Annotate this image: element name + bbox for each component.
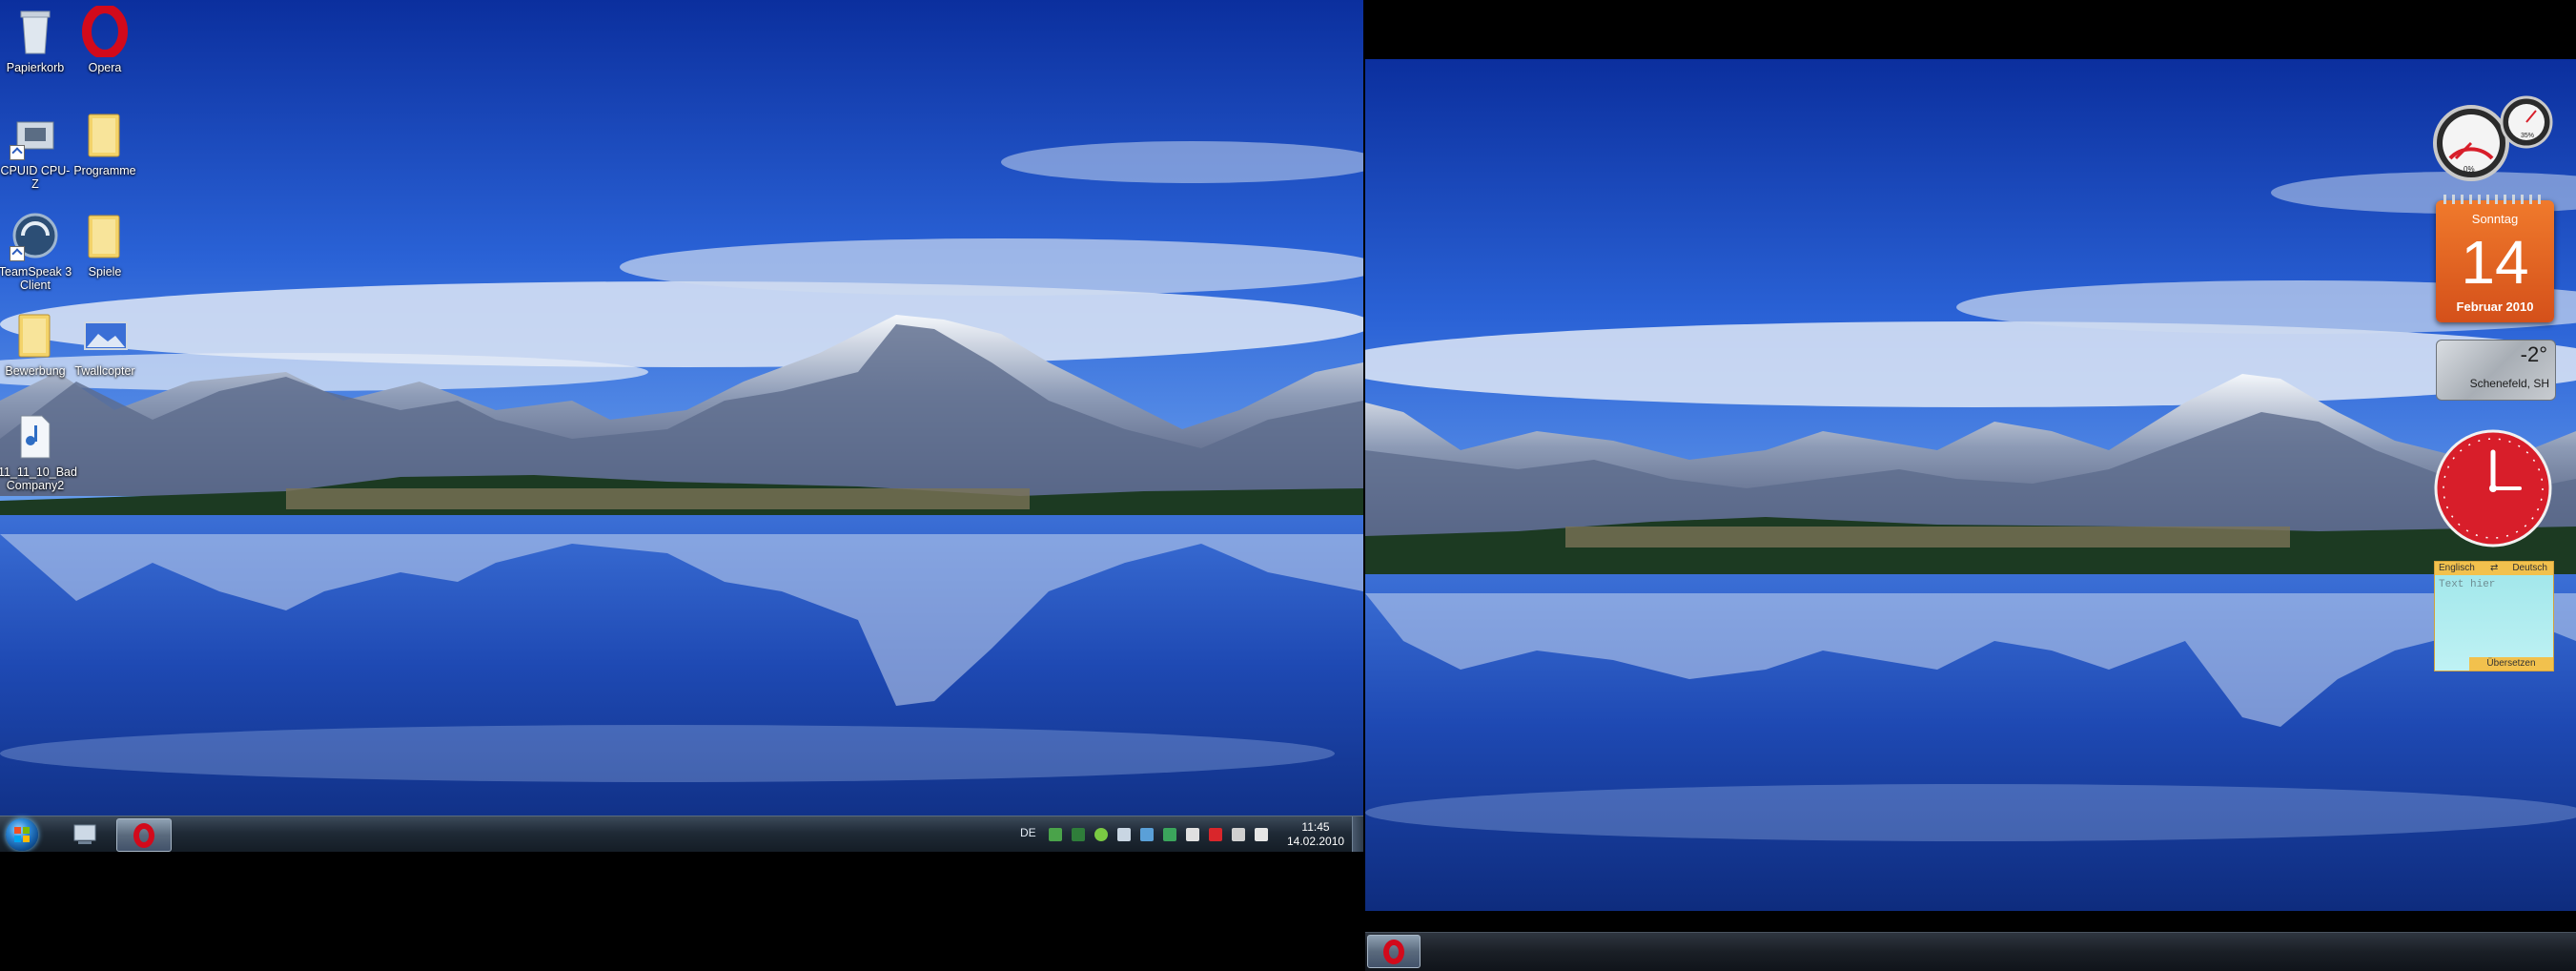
taskbar-monitor-1: DE 11:45 14.02.2010 [0, 816, 1363, 852]
monitor-tray-icon[interactable] [1140, 828, 1154, 841]
bewerbung-folder[interactable]: Bewerbung [0, 309, 72, 378]
cpu-meter-gadget[interactable]: 0% 35% [2431, 92, 2555, 183]
programme-folder[interactable]: Programme [68, 109, 142, 177]
speaker-mute-tray-icon[interactable] [1186, 828, 1199, 841]
opera-icon [79, 4, 131, 59]
taskbar2-opera-button[interactable] [1367, 935, 1421, 968]
swap-languages-icon[interactable]: ⇄ [2490, 563, 2498, 573]
taskbar-opera-button[interactable] [116, 818, 172, 852]
icon-label: 11_11_10_Bad Company2 [0, 465, 77, 492]
translator-header: Englisch ⇄ Deutsch [2435, 562, 2553, 575]
spiele-folder[interactable]: Spiele [68, 210, 142, 279]
teamspeak-icon [10, 210, 61, 261]
flag-tray-icon[interactable] [1117, 828, 1131, 841]
calendar-gadget[interactable]: Sonntag 14 Februar 2010 [2436, 195, 2554, 322]
language-indicator[interactable]: DE [1020, 826, 1036, 839]
icon-label: Programme [73, 164, 136, 177]
clock-date: 14.02.2010 [1287, 835, 1345, 848]
shortcut-arrow-icon [10, 246, 25, 261]
show-desktop-button[interactable] [1352, 816, 1363, 852]
icon-label: Twallcopter [74, 364, 135, 378]
power-tray-icon[interactable] [1232, 828, 1245, 841]
cpuz-shortcut[interactable]: CPUID CPU-Z [0, 109, 72, 191]
image-file-icon [79, 309, 131, 361]
taskbar-monitor-2 [1365, 932, 2576, 971]
cpuz-icon [10, 109, 61, 160]
desktop-wallpaper [1365, 59, 2576, 911]
analog-clock-icon [2434, 429, 2552, 547]
folder-icon [79, 210, 131, 261]
display-icon [73, 824, 96, 844]
weather-gadget[interactable]: -2° Schenefeld, SH [2436, 340, 2556, 401]
icon-label: Opera [88, 61, 122, 74]
calendar-day: 14 [2461, 228, 2529, 297]
security-tray-icon[interactable] [1163, 828, 1176, 841]
icon-label: Papierkorb [6, 61, 65, 74]
ram-value: 35% [2521, 133, 2534, 139]
desktop-wallpaper [0, 0, 1363, 852]
taskbar-show-desktop-app[interactable] [57, 818, 112, 850]
icon-label: TeamSpeak 3 Client [0, 265, 72, 292]
clock-time: 11:45 [1301, 820, 1330, 834]
translate-button[interactable]: Übersetzen [2469, 657, 2553, 671]
icon-label: Bewerbung [5, 364, 66, 378]
network-tray-icon[interactable] [1094, 828, 1108, 841]
calendar-rings [2443, 195, 2546, 204]
target-language-select[interactable]: Deutsch [2512, 563, 2547, 573]
translator-gadget[interactable]: Englisch ⇄ Deutsch Text hier Übersetzen [2434, 561, 2554, 671]
desktop-monitor-1[interactable]: Papierkorb Opera CPUID CPU-Z Programme T… [0, 0, 1363, 852]
icon-label: Spiele [88, 265, 122, 279]
app-tray-icon[interactable] [1072, 828, 1085, 841]
weather-temperature: -2° [2520, 342, 2547, 366]
nvidia-tray-icon[interactable] [1049, 828, 1062, 841]
mp3-file[interactable]: 11_11_10_Bad Company2 [0, 410, 77, 492]
volume-tray-icon[interactable] [1255, 828, 1268, 841]
taskbar-clock[interactable]: 11:45 14.02.2010 [1287, 820, 1344, 849]
start-button[interactable] [6, 818, 38, 851]
twallcopter-file[interactable]: Twallcopter [68, 309, 142, 378]
mp3-file-icon [10, 410, 61, 462]
shortcut-arrow-icon [10, 145, 25, 160]
folder-icon [79, 109, 131, 160]
source-language-select[interactable]: Englisch [2439, 563, 2475, 573]
icon-label: CPUID CPU-Z [0, 164, 71, 191]
opera-icon [1383, 939, 1404, 964]
ati-tray-icon[interactable] [1209, 828, 1222, 841]
calendar-weekday: Sonntag [2471, 212, 2519, 226]
translator-text-input[interactable]: Text hier [2439, 579, 2495, 590]
calendar-month-year: Februar 2010 [2456, 300, 2534, 314]
weather-location: Schenefeld, SH [2469, 377, 2549, 390]
opera-icon [133, 822, 154, 848]
clock-gadget[interactable] [2434, 429, 2552, 547]
folder-icon [10, 309, 61, 361]
recycle-bin-icon [10, 6, 61, 57]
teamspeak-shortcut[interactable]: TeamSpeak 3 Client [0, 210, 72, 292]
recycle-bin-shortcut[interactable]: Papierkorb [0, 6, 72, 74]
cpu-value: 0% [2464, 165, 2475, 174]
opera-shortcut[interactable]: Opera [68, 4, 142, 74]
desktop-monitor-2[interactable] [1365, 59, 2576, 911]
windows-logo-icon [14, 827, 30, 842]
